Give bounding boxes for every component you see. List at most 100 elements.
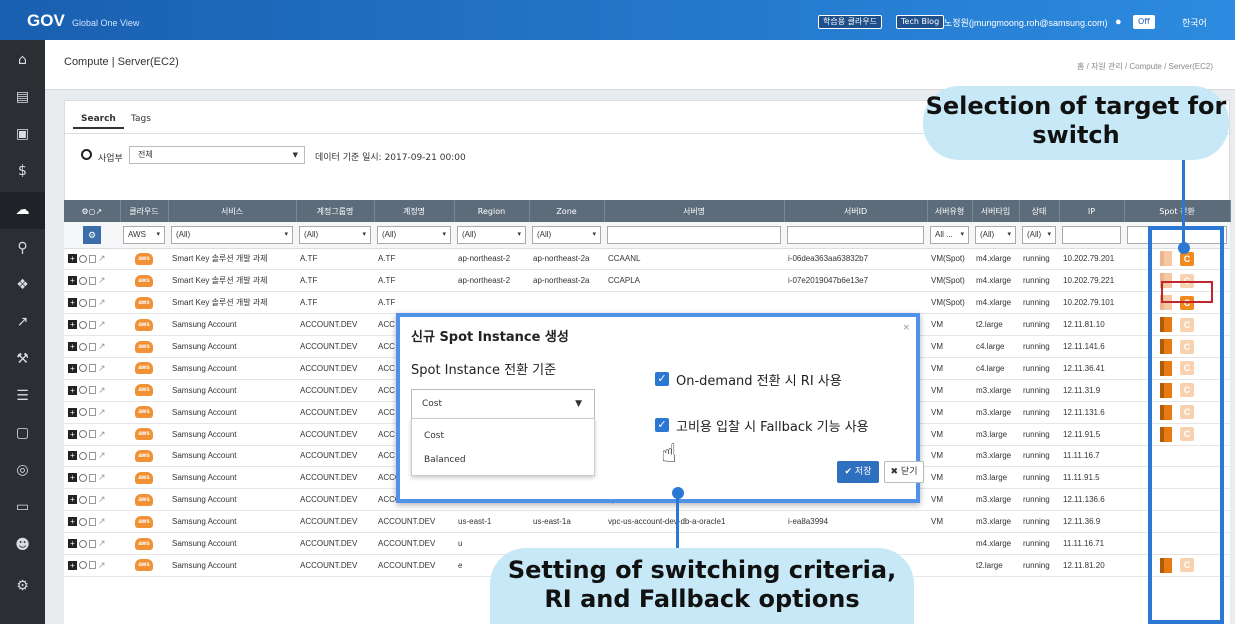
add-icon[interactable]: + xyxy=(68,495,77,505)
lock-icon[interactable] xyxy=(89,276,96,285)
chart-icon[interactable]: ↗ xyxy=(98,516,106,527)
status-icon[interactable] xyxy=(79,539,87,548)
tab-search[interactable]: Search xyxy=(73,109,124,129)
add-icon[interactable]: + xyxy=(68,363,77,373)
column-filter[interactable]: (All) ▾ xyxy=(171,225,293,244)
column-filter[interactable]: (All) ▾ xyxy=(532,225,601,244)
wrench-icon[interactable]: ⚒ xyxy=(0,341,45,378)
tab-tags[interactable]: Tags xyxy=(123,109,159,129)
add-icon[interactable]: + xyxy=(68,539,77,549)
add-icon[interactable]: + xyxy=(68,276,77,286)
add-icon[interactable]: + xyxy=(68,473,77,483)
home-icon[interactable]: ⌂ xyxy=(0,42,45,79)
toggle-button[interactable]: Off xyxy=(1133,15,1155,29)
column-header[interactable]: 클라우드 xyxy=(120,200,169,222)
lock-icon[interactable] xyxy=(89,364,96,373)
add-icon[interactable]: + xyxy=(68,385,77,395)
status-icon[interactable] xyxy=(79,364,87,373)
column-header[interactable]: 서버유형 xyxy=(927,200,973,222)
status-icon[interactable] xyxy=(79,386,87,395)
option-cost[interactable]: Cost xyxy=(424,431,444,441)
add-icon[interactable]: + xyxy=(68,429,77,439)
user-name[interactable]: 노정원(jmungmoong.roh@samsung.com) xyxy=(944,16,1108,29)
lock-icon[interactable] xyxy=(89,561,96,570)
chart-icon[interactable]: ↗ xyxy=(98,363,106,374)
column-filter[interactable]: (All) ▾ xyxy=(975,225,1016,244)
lock-icon[interactable] xyxy=(89,298,96,307)
chart-icon[interactable]: ↗ xyxy=(98,538,106,549)
status-icon[interactable] xyxy=(79,298,87,307)
close-button[interactable]: ✖ 닫기 xyxy=(884,461,924,483)
add-icon[interactable]: + xyxy=(68,342,77,351)
chart-icon[interactable]: ↗ xyxy=(98,407,106,418)
column-header[interactable]: 상태 xyxy=(1019,200,1060,222)
column-header[interactable]: 서버타입 xyxy=(972,200,1020,222)
chart-icon[interactable]: ↗ xyxy=(98,341,106,352)
status-icon[interactable] xyxy=(79,430,87,439)
lock-icon[interactable] xyxy=(89,430,96,439)
status-icon[interactable] xyxy=(79,473,87,482)
column-header[interactable]: IP xyxy=(1059,200,1125,222)
status-icon[interactable] xyxy=(79,495,87,504)
add-icon[interactable]: + xyxy=(68,451,77,461)
lock-icon[interactable] xyxy=(89,408,96,417)
card-icon[interactable]: ▢ xyxy=(0,415,45,452)
column-filter[interactable] xyxy=(607,225,781,244)
chart-icon[interactable]: ↗ xyxy=(98,297,106,308)
column-header[interactable]: Spot 전환 xyxy=(1124,200,1231,222)
lock-icon[interactable] xyxy=(89,451,96,460)
column-filter[interactable] xyxy=(787,225,924,244)
learning-cloud-button[interactable]: 학습용 클라우드 xyxy=(818,15,883,29)
globe-icon[interactable]: ◎ xyxy=(0,452,45,489)
chart-icon[interactable]: ↗ xyxy=(98,275,106,286)
lock-icon[interactable] xyxy=(89,495,96,504)
status-icon[interactable] xyxy=(79,276,87,285)
column-header[interactable]: 계정명 xyxy=(374,200,455,222)
column-header[interactable]: 서비스 xyxy=(168,200,297,222)
search-icon[interactable]: ⚲ xyxy=(0,230,45,267)
table-row[interactable]: + ↗ aws Smart Key 솔루션 개발 과제 A.TF A.TF VM(Spot)… xyxy=(64,291,1230,315)
column-filter[interactable]: (All) ▾ xyxy=(1022,225,1056,244)
column-header[interactable]: Zone xyxy=(529,200,605,222)
users-icon[interactable]: ☻ xyxy=(0,527,45,564)
lock-icon[interactable] xyxy=(89,473,96,482)
chart-icon[interactable]: ↗ xyxy=(98,319,106,330)
chart-icon[interactable]: ↗ xyxy=(98,253,106,264)
monitor-icon[interactable]: ▭ xyxy=(0,489,45,526)
chart-icon[interactable]: ↗ xyxy=(98,385,106,396)
lock-icon[interactable] xyxy=(89,386,96,395)
column-filter[interactable]: AWS ▾ xyxy=(123,225,165,244)
chart-icon[interactable]: ↗ xyxy=(98,429,106,440)
table-row[interactable]: + ↗ aws Smart Key 솔루션 개발 과제 A.TF A.TF ap-north… xyxy=(64,269,1230,293)
language-select[interactable]: 한국어 xyxy=(1182,16,1207,29)
settings-icon[interactable]: ⚙ xyxy=(0,568,45,605)
column-filter[interactable]: (All) ▾ xyxy=(457,225,526,244)
breadcrumb[interactable]: 홈 / 자원 관리 / Compute / Server(EC2) xyxy=(1077,61,1213,72)
column-header[interactable]: ⚙○↗ xyxy=(64,200,121,222)
table-row[interactable]: +↗awsSamsung AccountACCOUNT.DEVACCOUNT.D… xyxy=(64,510,1230,534)
external-link-icon[interactable]: ↗ xyxy=(0,304,45,341)
lock-icon[interactable] xyxy=(89,254,96,263)
table-row[interactable]: + ↗ aws Smart Key 솔루션 개발 과제 A.TF A.TF ap-north… xyxy=(64,248,1230,271)
business-unit-select[interactable]: 전체 ▼ xyxy=(129,146,305,164)
status-icon[interactable] xyxy=(79,451,87,460)
column-header[interactable]: Region xyxy=(454,200,530,222)
lock-icon[interactable] xyxy=(89,517,96,526)
lock-icon[interactable] xyxy=(89,342,96,351)
lock-icon[interactable] xyxy=(89,539,96,548)
save-button[interactable]: ✔ 저장 xyxy=(837,461,879,483)
status-icon[interactable] xyxy=(79,254,87,263)
document-icon[interactable]: ▤ xyxy=(0,79,45,116)
column-header[interactable]: 서버명 xyxy=(604,200,785,222)
column-filter[interactable]: (All) ▾ xyxy=(299,225,371,244)
ri-checkbox[interactable]: ✓ xyxy=(655,372,669,386)
cloud-icon[interactable]: ☁ xyxy=(0,192,45,229)
column-filter[interactable] xyxy=(1062,225,1121,244)
column-filter[interactable]: (All) ▾ xyxy=(377,225,451,244)
status-icon[interactable] xyxy=(79,342,87,351)
add-icon[interactable]: + xyxy=(68,298,77,308)
status-icon[interactable] xyxy=(79,517,87,526)
tech-blog-button[interactable]: Tech Blog xyxy=(896,15,945,29)
dollar-icon[interactable]: $ xyxy=(0,153,45,190)
close-icon[interactable]: × xyxy=(902,323,910,333)
